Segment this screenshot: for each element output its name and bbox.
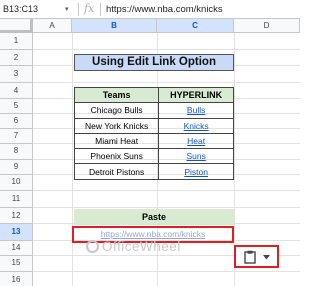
row-header-3[interactable]: 3 [0,66,33,83]
select-all-corner[interactable] [0,19,33,33]
watermark: OfficeWheel [86,237,236,257]
table-header-row: Teams HYPERLINK [73,86,234,104]
row-header-8[interactable]: 8 [0,144,33,160]
team-cell[interactable]: Chicago Bulls [73,102,160,119]
row-header-7[interactable]: 7 [0,129,33,145]
column-header-b[interactable]: B [72,19,157,33]
clipboard-icon [244,250,256,264]
watermark-logo-icon [86,240,99,253]
team-cell[interactable]: Miami Heat [73,132,160,150]
formula-bar-divider [100,3,101,16]
gridline [33,189,300,191]
formula-bar: B13:C13 ▾ fx https://www.nba.com/knicks [0,0,300,19]
team-cell[interactable]: Phoenix Suns [73,148,160,165]
hyperlink-cell[interactable]: Heat [158,132,234,150]
gridline [33,48,300,50]
paste-header-cell[interactable]: Paste [74,209,234,225]
hyperlink-cell[interactable]: Piston [158,163,234,180]
hyperlink-cell[interactable]: Suns [158,148,234,165]
team-cell[interactable]: Detroit Pistons [73,163,160,180]
row-header-9[interactable]: 9 [0,159,33,175]
header-hyperlink[interactable]: HYPERLINK [158,86,234,104]
row-header-11[interactable]: 11 [0,190,33,208]
team-cell[interactable]: New York Knicks [73,117,160,134]
chevron-down-icon [263,255,270,260]
column-header-a[interactable]: A [33,19,72,33]
gridline [33,206,300,208]
name-box[interactable]: B13:C13 [2,2,72,17]
fx-icon: fx [84,2,95,15]
row-header-10[interactable]: 10 [0,175,33,191]
title-cell[interactable]: Using Edit Link Option [74,54,234,71]
row-header-4[interactable]: 4 [0,82,33,99]
row-header-12[interactable]: 12 [0,207,33,224]
formula-input[interactable]: https://www.nba.com/knicks [106,2,296,17]
row-header-15[interactable]: 15 [0,256,33,272]
watermark-text: OfficeWheel [102,239,181,254]
row-header-16[interactable]: 16 [0,271,33,286]
table-row: Miami Heat Heat [73,132,234,150]
gridline [33,81,300,83]
teams-table: Teams HYPERLINK Chicago Bulls Bulls New … [73,86,234,180]
row-header-2[interactable]: 2 [0,49,33,66]
paste-options-button[interactable] [234,245,279,268]
row-header-14[interactable]: 14 [0,240,33,256]
formula-bar-divider [78,3,79,16]
table-row: Chicago Bulls Bulls [73,102,234,119]
hyperlink-cell[interactable]: Bulls [158,102,234,119]
column-header-d[interactable]: D [234,19,300,33]
name-box-dropdown-icon[interactable]: ▾ [65,2,73,17]
table-row: New York Knicks Knicks [73,117,234,134]
row-header-6[interactable]: 6 [0,113,33,130]
row-header-1[interactable]: 1 [0,33,33,50]
table-row: Phoenix Suns Suns [73,148,234,165]
gridline [33,270,300,272]
column-header-c[interactable]: C [157,19,234,33]
row-header-5[interactable]: 5 [0,98,33,114]
hyperlink-cell[interactable]: Knicks [158,117,234,134]
header-teams[interactable]: Teams [73,86,160,104]
row-header-13[interactable]: 13 [0,223,33,241]
table-row: Detroit Pistons Piston [73,163,234,180]
